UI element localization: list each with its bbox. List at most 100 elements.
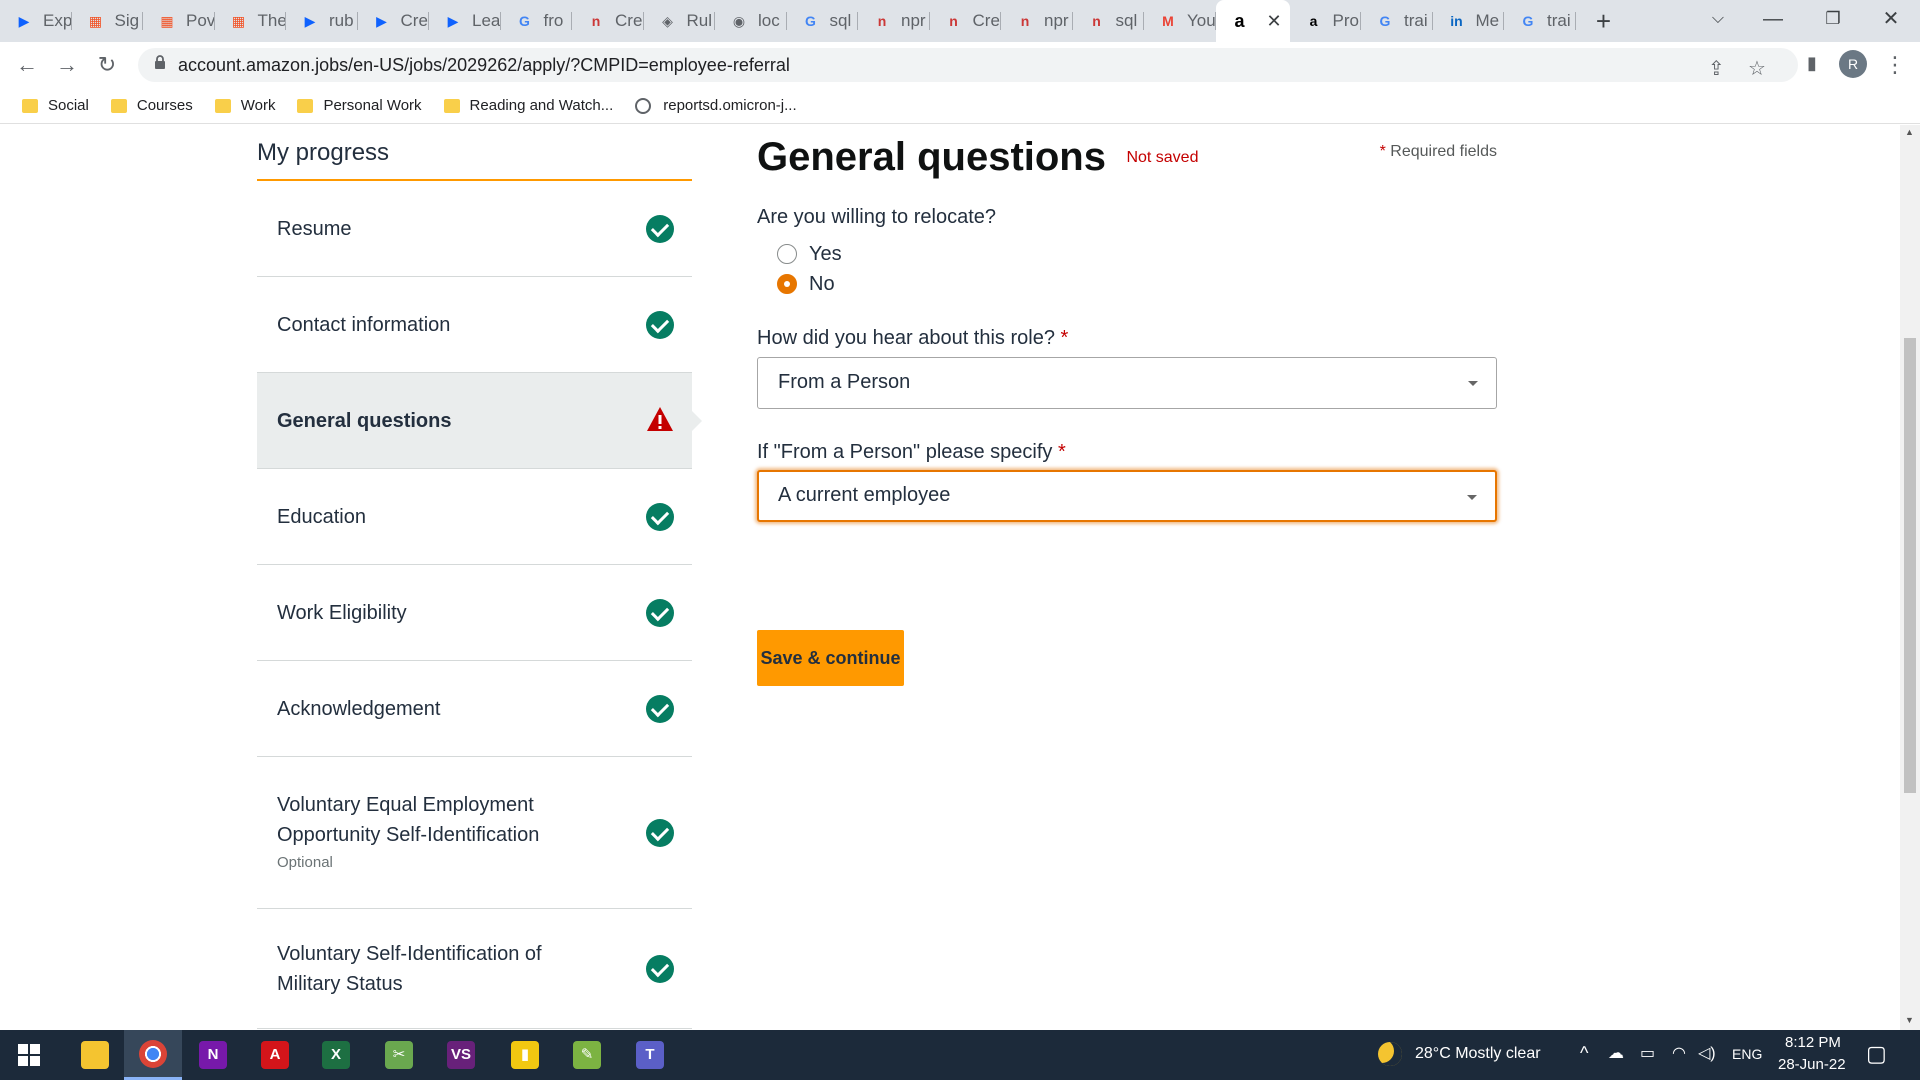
scroll-thumb[interactable] (1904, 338, 1916, 793)
browser-tab[interactable]: ▶ Cre (358, 0, 430, 42)
close-tab-icon[interactable]: ✕ (1267, 11, 1282, 32)
browser-tab[interactable]: Gsql (787, 0, 859, 42)
specify-select[interactable]: A current employee (757, 470, 1497, 522)
taskbar-app[interactable]: A (246, 1030, 304, 1080)
reload-button[interactable]: ↻ (92, 52, 122, 78)
radio-yes-label[interactable]: Yes (809, 243, 842, 266)
progress-step-general-questions[interactable]: General questions (257, 373, 702, 469)
progress-step-voluntary-equal-employment-opportunity-self-identification[interactable]: Voluntary Equal Employment Opportunity S… (257, 757, 692, 909)
share-icon[interactable]: ⇪ (1708, 56, 1725, 81)
taskbar-app[interactable]: X (307, 1030, 365, 1080)
onedrive-icon[interactable]: ☁ (1608, 1043, 1624, 1063)
taskbar-app[interactable]: VS (432, 1030, 490, 1080)
taskbar-app[interactable]: ▮ (496, 1030, 554, 1080)
bookmark-label[interactable]: Work (241, 97, 276, 114)
clock-date[interactable]: 28-Jun-22 (1778, 1056, 1846, 1073)
browser-tab[interactable]: ▦ Pov (143, 0, 215, 42)
progress-step-acknowledgement[interactable]: Acknowledgement (257, 661, 692, 757)
browser-tab[interactable]: ▶ rub (286, 0, 358, 42)
browser-tab[interactable]: in Me (1433, 0, 1505, 42)
bookmark-star-icon[interactable]: ☆ (1748, 56, 1766, 81)
taskbar-app[interactable] (124, 1030, 182, 1080)
url-text[interactable]: account.amazon.jobs/en-US/jobs/2029262/a… (178, 55, 790, 76)
browser-tab[interactable]: Gtrai (1504, 0, 1576, 42)
lock-icon[interactable] (154, 55, 166, 69)
weather-text[interactable]: 28°C Mostly clear (1415, 1045, 1541, 1063)
taskbar-app[interactable] (66, 1030, 124, 1080)
taskbar-app[interactable]: ✎ (558, 1030, 616, 1080)
bookmark-label[interactable]: reportsd.omicron-j... (663, 97, 796, 114)
chevron-down-icon[interactable] (1468, 381, 1478, 386)
required-fields-text: Required fields (1390, 143, 1497, 160)
bookmark-label[interactable]: Reading and Watch... (470, 97, 614, 114)
chevron-down-icon[interactable] (1467, 495, 1477, 500)
tab-search-icon[interactable]: ⌵ (1690, 0, 1746, 40)
tab-active-amazon[interactable]: a ✕ (1215, 0, 1290, 42)
browser-tab[interactable]: ▦ Sig (72, 0, 144, 42)
taskbar-app[interactable]: ✂ (370, 1030, 428, 1080)
page-scrollbar[interactable]: ▲ ▼ (1900, 125, 1920, 1030)
clock-time[interactable]: 8:12 PM (1785, 1034, 1841, 1051)
bookmark-item[interactable]: reportsd.omicron-j... (635, 97, 797, 114)
bookmark-label[interactable]: Personal Work (323, 97, 421, 114)
side-panel-icon[interactable]: ▮ (1797, 53, 1827, 74)
bookmark-label[interactable]: Courses (137, 97, 193, 114)
profile-avatar[interactable]: R (1839, 50, 1867, 78)
scroll-up-icon[interactable]: ▲ (1905, 127, 1914, 137)
menu-kebab-icon[interactable]: ⋮ (1880, 52, 1910, 78)
bookmark-label[interactable]: Social (48, 97, 89, 114)
browser-tab[interactable]: n Cre (572, 0, 644, 42)
progress-step-resume[interactable]: Resume (257, 181, 692, 277)
language-indicator[interactable]: ENG (1732, 1046, 1762, 1062)
bookmark-item[interactable]: Reading and Watch... (443, 97, 614, 114)
bookmark-item[interactable]: Social (22, 97, 89, 114)
close-window-button[interactable]: ✕ (1863, 0, 1919, 40)
weather-icon[interactable] (1378, 1042, 1402, 1066)
hear-about-select[interactable]: From a Person (757, 357, 1497, 409)
restore-button[interactable]: ❐ (1805, 0, 1861, 40)
browser-tab[interactable]: a Pro (1290, 0, 1362, 42)
browser-tab[interactable]: n npr (1001, 0, 1073, 42)
browser-tab[interactable]: M You (1144, 0, 1216, 42)
browser-tab[interactable]: n Cre (930, 0, 1002, 42)
bookmark-item[interactable]: Work (214, 97, 276, 114)
taskbar-app[interactable]: T (621, 1030, 679, 1080)
browser-tab[interactable]: n npr (858, 0, 930, 42)
minimize-button[interactable]: — (1745, 0, 1801, 40)
forward-button[interactable]: → (52, 52, 82, 78)
progress-step-work-eligibility[interactable]: Work Eligibility (257, 565, 692, 661)
hear-about-value[interactable]: From a Person (778, 371, 910, 393)
browser-tab[interactable]: ◉ loc (715, 0, 787, 42)
taskbar-app[interactable]: N (184, 1030, 242, 1080)
progress-step-contact-information[interactable]: Contact information (257, 277, 692, 373)
wifi-icon[interactable]: ◠ (1672, 1043, 1686, 1063)
browser-tab[interactable]: ▦ The (215, 0, 286, 42)
radio-no[interactable]: No (777, 269, 1497, 299)
browser-tab[interactable]: ◈ Rul (644, 0, 716, 42)
chevron-up-icon[interactable]: ^ (1580, 1043, 1588, 1064)
radio-yes[interactable]: Yes (777, 239, 1497, 269)
save-continue-button[interactable]: Save & continue (757, 630, 904, 686)
new-tab-button[interactable]: + (1584, 6, 1624, 37)
progress-step-education[interactable]: Education (257, 469, 692, 565)
notifications-icon[interactable]: ▢ (1866, 1041, 1887, 1067)
progress-step-voluntary-self-identification-of-military-status[interactable]: Voluntary Self-Identification of Militar… (257, 909, 692, 1029)
browser-tab[interactable]: Gfro (501, 0, 573, 42)
specify-value[interactable]: A current employee (778, 484, 950, 506)
browser-tab[interactable]: ▶ Exp (0, 0, 72, 42)
radio-yes-circle[interactable] (777, 244, 797, 264)
radio-no-label[interactable]: No (809, 273, 835, 296)
bookmark-item[interactable]: Personal Work (297, 97, 422, 114)
volume-icon[interactable]: ◁) (1698, 1043, 1716, 1063)
browser-tab[interactable]: n sql (1073, 0, 1145, 42)
browser-tab[interactable]: Gtrai (1361, 0, 1433, 42)
radio-no-circle[interactable] (777, 274, 797, 294)
back-button[interactable]: ← (12, 52, 42, 78)
browser-tab[interactable]: ▶ Lea (429, 0, 501, 42)
bookmark-item[interactable]: Courses (110, 97, 193, 114)
start-button[interactable] (0, 1030, 58, 1080)
battery-icon[interactable]: ▭ (1640, 1043, 1655, 1063)
scroll-down-icon[interactable]: ▼ (1905, 1015, 1914, 1025)
address-bar[interactable]: account.amazon.jobs/en-US/jobs/2029262/a… (138, 48, 1798, 82)
progress-title: My progress (257, 125, 692, 181)
